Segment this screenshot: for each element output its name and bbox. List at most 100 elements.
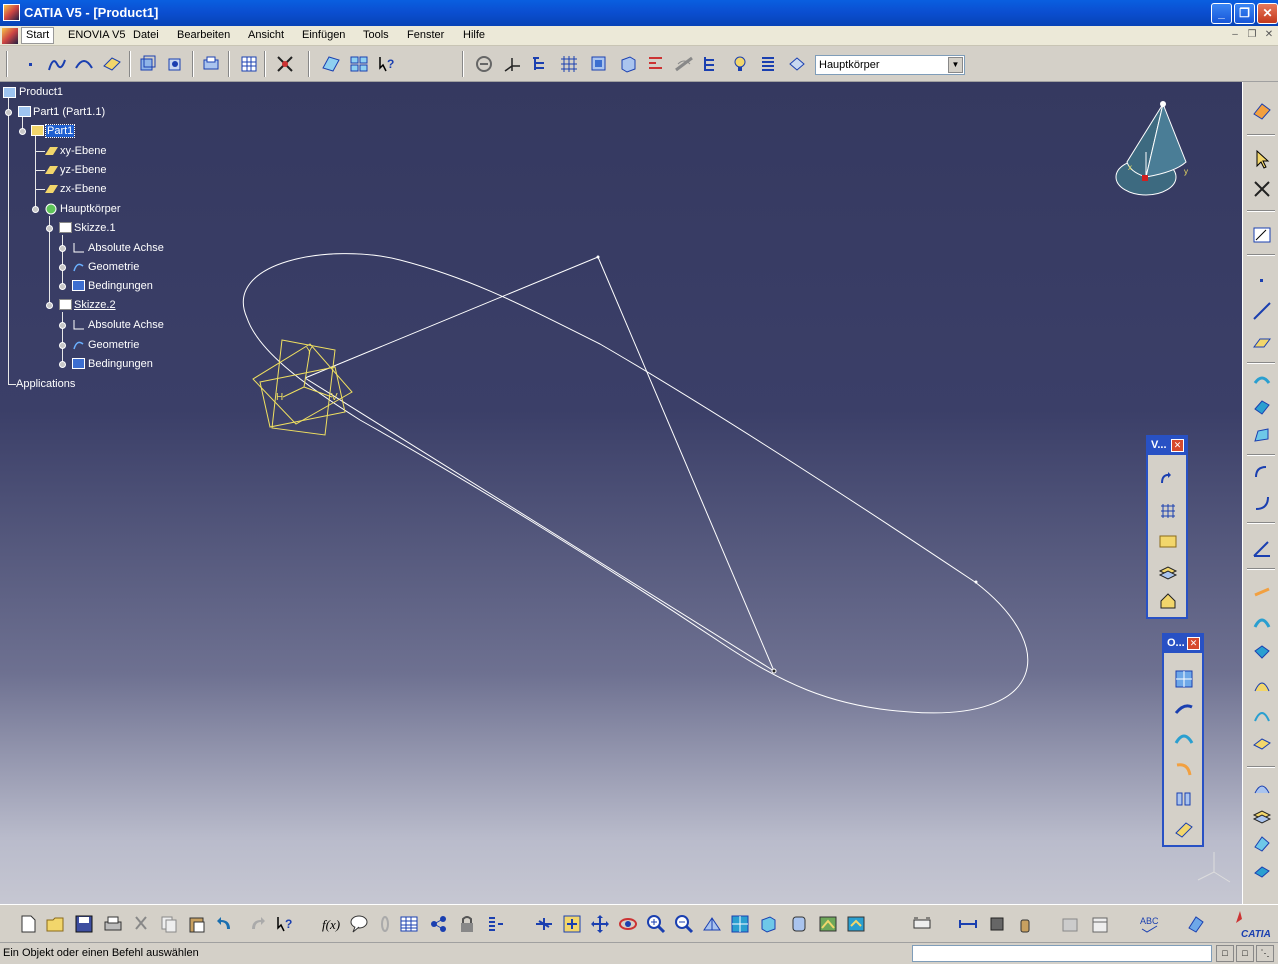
close-icon[interactable]: ✕ [1171,439,1184,452]
tree-node-geometry[interactable]: Geometrie [88,261,139,273]
join-icon[interactable] [1251,582,1273,604]
tree-node-applications[interactable]: Applications [16,378,75,390]
multi-view-icon[interactable] [348,53,370,75]
extrude-icon[interactable] [136,53,158,75]
constraint-icon[interactable] [274,53,296,75]
new-document-icon[interactable] [17,913,39,935]
link-icon[interactable] [374,913,396,935]
part-design-icon[interactable] [200,53,222,75]
comment-icon[interactable] [348,913,370,935]
point-icon[interactable] [1251,270,1273,292]
whats-this-icon[interactable]: ? [274,913,296,935]
lamp-icon[interactable] [729,53,751,75]
sketch-icon[interactable] [320,53,342,75]
surface-grid-icon[interactable] [1172,667,1196,691]
hierarchy-icon[interactable] [701,53,723,75]
menu-ansicht[interactable]: Ansicht [248,29,284,41]
select-arrow-icon[interactable] [1251,148,1273,170]
table-icon[interactable] [398,913,420,935]
arc-icon[interactable] [1251,492,1273,514]
minimize-button[interactable]: _ [1211,3,1232,24]
chevron-down-icon[interactable]: ▼ [948,57,963,73]
extrapolate-icon[interactable] [1172,817,1196,841]
menu-hilfe[interactable]: Hilfe [463,29,485,41]
tree-node-body[interactable]: Hauptkörper [60,203,121,215]
undo-icon[interactable] [214,913,236,935]
sketcher-icon[interactable] [1251,224,1273,246]
specification-tree-icon[interactable] [529,53,551,75]
body-icon[interactable] [786,53,808,75]
3d-viewport[interactable]: Y H V x y Product1 Part1 (Part1.1) Part1… [0,82,1242,904]
pan-icon[interactable] [589,913,611,935]
macro-icon[interactable] [485,913,507,935]
hide-show-icon[interactable] [817,913,839,935]
revolve-icon[interactable] [164,53,186,75]
formula-icon[interactable]: f(x) [320,913,342,935]
menu-tools[interactable]: Tools [363,29,389,41]
doc-minimize-button[interactable]: – [1228,29,1242,42]
view-toolbar-panel[interactable]: V... ✕ [1146,435,1188,619]
paste-icon[interactable] [186,913,208,935]
multi-view-icon[interactable] [729,913,751,935]
normal-view-icon[interactable] [701,913,723,935]
doc-restore-button[interactable]: ❐ [1245,29,1259,42]
spell-check-icon[interactable]: ABC [1139,913,1161,935]
tree-node-part[interactable]: Part1 [44,124,76,138]
settings-icon[interactable] [1185,913,1207,935]
save-icon[interactable] [73,913,95,935]
close-icon[interactable]: ✕ [1187,637,1200,650]
cut-plane-icon[interactable] [645,53,667,75]
compass[interactable]: x y [1115,101,1188,196]
shading-icon[interactable] [788,913,810,935]
menu-datei[interactable]: Datei [133,29,159,41]
zoom-out-icon[interactable] [673,913,695,935]
tree-node-sketch1[interactable]: Skizze.1 [74,222,116,234]
fly-mode-icon[interactable] [533,913,555,935]
swap-visible-icon[interactable] [845,913,867,935]
command-cancel-button[interactable]: □ [1236,945,1254,962]
copy-icon[interactable] [158,913,180,935]
axis-system-icon[interactable] [501,53,523,75]
split-icon[interactable] [1172,787,1196,811]
command-input[interactable] [912,945,1212,962]
fit-all-icon[interactable] [561,913,583,935]
spline-icon[interactable] [46,53,68,75]
close-button[interactable]: ✕ [1257,3,1278,24]
blend-curve-icon[interactable] [73,53,95,75]
plane-icon[interactable] [1251,332,1273,354]
tree-node-absolute-axis[interactable]: Absolute Achse [88,242,164,254]
layers-icon[interactable] [1156,559,1180,583]
point-icon[interactable] [19,53,41,75]
tree-node-product[interactable]: Product1 [19,86,63,98]
house-icon[interactable] [1156,589,1180,613]
maximize-button[interactable]: ❐ [1234,3,1255,24]
section-icon[interactable] [1251,832,1273,854]
multi-section-icon[interactable] [1251,732,1273,754]
thickness-icon[interactable] [1251,642,1273,664]
menu-enovia[interactable]: ENOVIA V5 [68,29,125,41]
zoom-in-icon[interactable] [645,913,667,935]
grid-icon[interactable] [558,53,580,75]
blend-icon[interactable] [1251,612,1273,634]
grid-icon[interactable] [1156,499,1180,523]
draft-icon[interactable] [1251,776,1273,798]
stack-icon[interactable] [1251,804,1273,826]
doc-close-button[interactable]: ✕ [1262,29,1276,42]
fill-icon[interactable] [1251,424,1273,446]
tree-node-yz-plane[interactable]: yz-Ebene [60,164,106,176]
healing-icon[interactable] [1251,860,1273,882]
folder-icon[interactable] [1156,529,1180,553]
circle-icon[interactable] [1251,462,1273,484]
print-icon[interactable] [102,913,124,935]
plane-icon[interactable] [101,53,123,75]
cut-icon[interactable] [130,913,152,935]
sweep-icon[interactable] [1172,697,1196,721]
rotate-icon[interactable] [1156,469,1180,493]
work-on-support-icon[interactable] [588,53,610,75]
snap-icon[interactable] [1251,178,1273,200]
workbench-icon[interactable] [1251,100,1273,122]
tree-node-constraints[interactable]: Bedingungen [88,280,153,292]
knowledge-icon[interactable] [427,913,449,935]
redo-icon[interactable] [246,913,268,935]
catalog-browser-icon[interactable] [1089,913,1111,935]
